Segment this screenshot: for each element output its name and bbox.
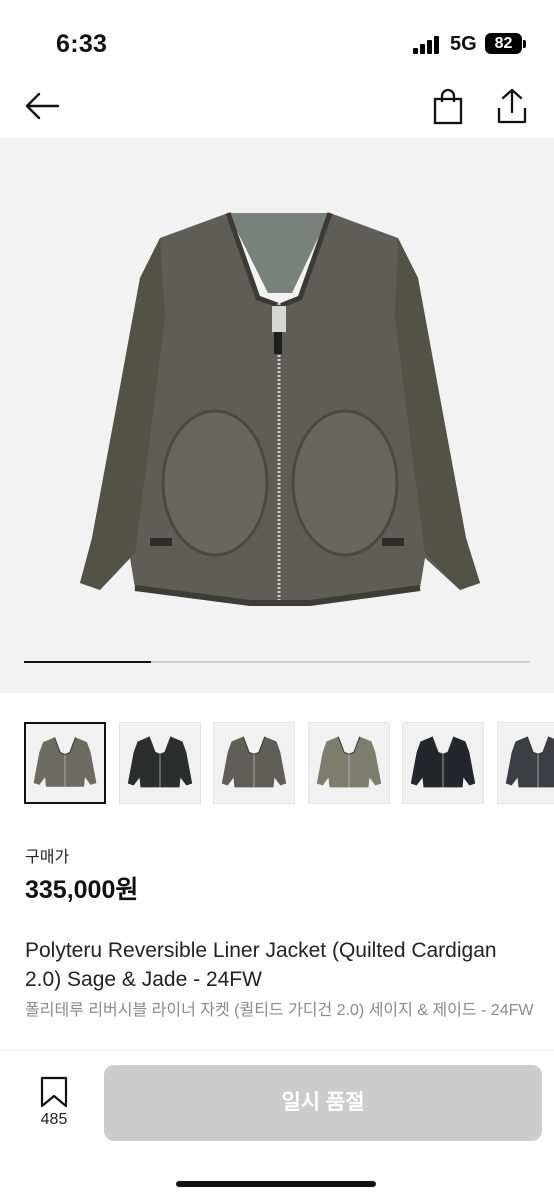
signal-icon xyxy=(413,36,443,54)
thumbnail-charcoal-front-2[interactable] xyxy=(213,722,295,804)
thumbnail-strip xyxy=(24,722,554,806)
price: 335,000원 xyxy=(25,876,139,904)
bookmark-button[interactable]: 485 xyxy=(30,1075,78,1135)
shopping-bag-icon[interactable] xyxy=(428,86,468,126)
soldout-button[interactable]: 일시 품절 xyxy=(104,1065,542,1141)
thumbnail-charcoal-front[interactable] xyxy=(24,722,106,804)
bookmark-icon xyxy=(40,1076,68,1108)
battery-tip xyxy=(523,40,526,48)
back-arrow-icon[interactable] xyxy=(22,86,62,126)
product-title-en: Polyteru Reversible Liner Jacket (Quilte… xyxy=(25,939,497,991)
thumbnail-black-quilted[interactable] xyxy=(402,722,484,804)
product-title-ko: 폴리테루 리버시블 라이너 자켓 (퀼티드 가디건 2.0) 세이지 & 제이드… xyxy=(25,1002,534,1019)
thumbnail-grey-quilted[interactable] xyxy=(496,722,554,804)
status-time: 6:33 xyxy=(56,30,108,58)
thumbnail-sage-front[interactable] xyxy=(307,722,390,804)
thumbnail-black-front[interactable] xyxy=(118,722,201,804)
carousel-progress xyxy=(24,661,530,663)
product-image-carousel[interactable] xyxy=(0,138,554,693)
carousel-progress-fill xyxy=(24,661,151,663)
top-nav xyxy=(0,80,554,138)
bookmark-count: 485 xyxy=(40,1111,68,1128)
jacket-image xyxy=(80,212,480,606)
share-icon[interactable] xyxy=(492,86,532,126)
battery-icon: 82 xyxy=(485,33,522,54)
status-bar: 6:33 5G 82 xyxy=(0,0,554,80)
home-indicator xyxy=(176,1181,376,1187)
bottom-action-bar: 485 일시 품절 xyxy=(0,1050,554,1200)
price-label: 구매가 xyxy=(25,849,70,866)
network-type: 5G xyxy=(450,33,477,55)
